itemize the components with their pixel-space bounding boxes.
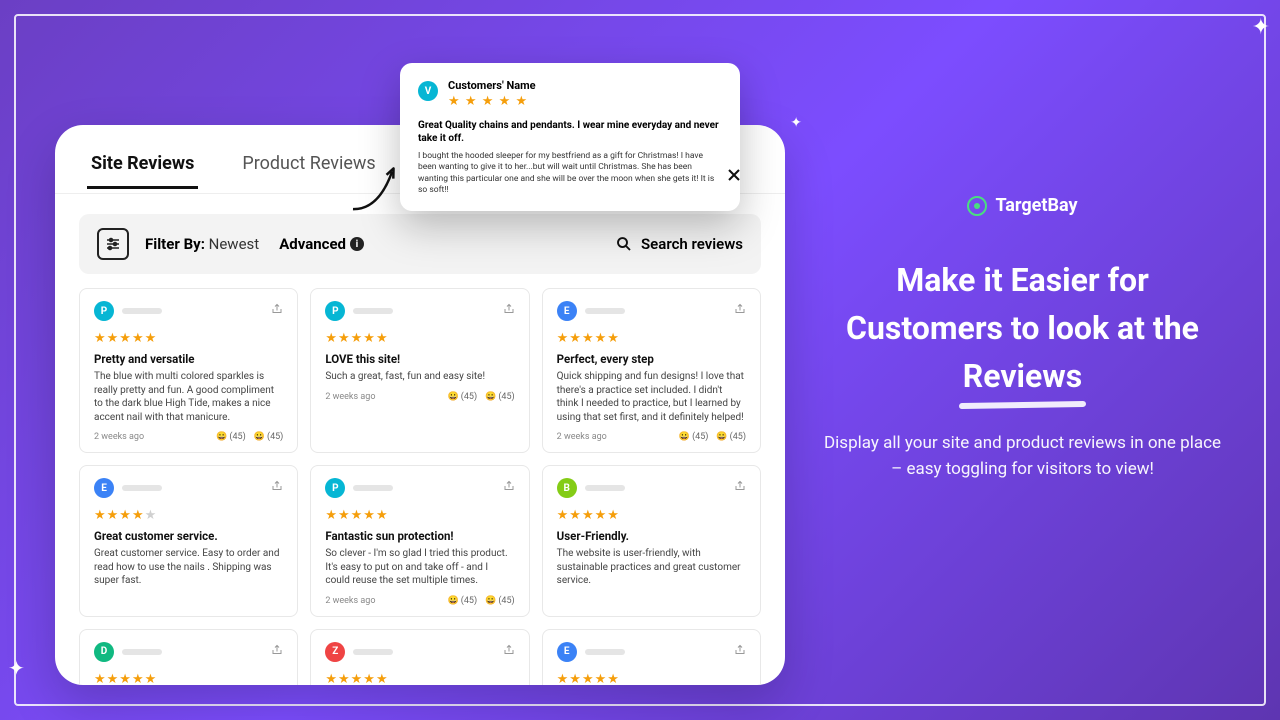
review-card[interactable]: P ★★★★★ Fantastic sun protection! So cle…	[310, 465, 529, 617]
review-body: Quick shipping and fun designs! I love t…	[557, 370, 746, 424]
review-popover: V Customers' Name ★ ★ ★ ★ ★ Great Qualit…	[400, 63, 740, 211]
avatar: E	[557, 301, 577, 321]
review-card[interactable]: Z ★★★★★ Customer service makes it worth …	[310, 629, 529, 686]
avatar: E	[557, 642, 577, 662]
review-title: User-Friendly.	[557, 529, 746, 543]
customer-name: Customers' Name	[448, 79, 536, 92]
tab-site-reviews[interactable]: Site Reviews	[87, 145, 198, 189]
name-placeholder	[122, 485, 162, 491]
marketing-panel: TargetBay Make it Easier for Customers t…	[820, 195, 1225, 483]
search-reviews[interactable]: Search reviews	[615, 235, 743, 253]
avatar: E	[94, 478, 114, 498]
review-body: Great customer service. Easy to order an…	[94, 547, 283, 588]
star-rating: ★★★★★	[94, 672, 283, 686]
avatar: P	[325, 301, 345, 321]
avatar: P	[94, 301, 114, 321]
reaction-chip[interactable]: 😀 (45)	[448, 392, 478, 402]
advanced-filter[interactable]: Advanced i	[279, 235, 364, 253]
close-icon	[726, 167, 742, 183]
review-title: Perfect, every step	[557, 352, 746, 366]
info-icon: i	[350, 237, 364, 251]
review-body: The blue with multi colored sparkles is …	[94, 370, 283, 424]
name-placeholder	[122, 308, 162, 314]
name-placeholder	[353, 485, 393, 491]
review-footer: 2 weeks ago 😀 (45) 😀 (45)	[94, 432, 283, 442]
search-icon	[615, 235, 633, 253]
review-card[interactable]: E ★★★★★ Great customer service. Great cu…	[79, 465, 298, 617]
filter-bar: Filter By: Newest Advanced i Search revi…	[79, 214, 761, 274]
star-rating: ★★★★★	[557, 331, 746, 346]
review-time: 2 weeks ago	[557, 432, 607, 442]
sparkle-icon: ✦	[1252, 15, 1270, 40]
review-card[interactable]: P ★★★★★ Pretty and versatile The blue wi…	[79, 288, 298, 453]
review-card[interactable]: B ★★★★★ User-Friendly. The website is us…	[542, 465, 761, 617]
avatar: P	[325, 478, 345, 498]
close-button[interactable]	[720, 161, 748, 189]
sparkle-icon: ✦	[8, 656, 25, 680]
name-placeholder	[353, 308, 393, 314]
review-title: Great Quality chains and pendants. I wea…	[418, 119, 722, 145]
review-body: Such a great, fast, fun and easy site!	[325, 370, 514, 384]
filter-icon[interactable]	[97, 228, 129, 260]
review-title: Pretty and versatile	[94, 352, 283, 366]
share-icon[interactable]	[503, 480, 515, 495]
reaction-chip[interactable]: 😀 (45)	[679, 432, 709, 442]
review-title: Great customer service.	[94, 529, 283, 543]
name-placeholder	[585, 485, 625, 491]
share-icon[interactable]	[503, 644, 515, 659]
reviews-grid: P ★★★★★ Pretty and versatile The blue wi…	[55, 288, 785, 685]
sparkle-icon: ✦	[790, 115, 802, 131]
star-rating: ★★★★★	[94, 508, 283, 523]
review-body: So clever - I'm so glad I tried this pro…	[325, 547, 514, 588]
name-placeholder	[353, 649, 393, 655]
review-card[interactable]: E ★★★★★ Great customer service. Great cu…	[542, 629, 761, 686]
callout-arrow-icon	[341, 160, 409, 220]
share-icon[interactable]	[734, 644, 746, 659]
avatar: D	[94, 642, 114, 662]
review-footer: 2 weeks ago 😀 (45) 😀 (45)	[557, 432, 746, 442]
filter-by[interactable]: Filter By: Newest	[145, 235, 259, 253]
name-placeholder	[122, 649, 162, 655]
review-time: 2 weeks ago	[325, 392, 375, 402]
review-footer: 2 weeks ago 😀 (45) 😀 (45)	[325, 392, 514, 402]
review-title: LOVE this site!	[325, 352, 514, 366]
targetbay-logo-icon	[967, 196, 987, 216]
star-rating: ★★★★★	[325, 672, 514, 686]
subheadline: Display all your site and product review…	[820, 430, 1225, 483]
review-card[interactable]: P ★★★★★ LOVE this site! Such a great, fa…	[310, 288, 529, 453]
headline: Make it Easier for Customers to look at …	[820, 256, 1225, 400]
review-body: The website is user-friendly, with susta…	[557, 547, 746, 588]
share-icon[interactable]	[271, 303, 283, 318]
review-body: I bought the hooded sleeper for my bestf…	[418, 151, 722, 197]
review-card[interactable]: D ★★★★★ Great customer service.	[79, 629, 298, 686]
share-icon[interactable]	[503, 303, 515, 318]
review-card[interactable]: E ★★★★★ Perfect, every step Quick shippi…	[542, 288, 761, 453]
name-placeholder	[585, 649, 625, 655]
share-icon[interactable]	[734, 480, 746, 495]
reaction-chip[interactable]: 😀 (45)	[216, 432, 246, 442]
star-rating: ★ ★ ★ ★ ★	[448, 94, 536, 109]
reaction-chip[interactable]: 😀 (45)	[485, 596, 515, 606]
avatar: V	[418, 81, 438, 101]
avatar: Z	[325, 642, 345, 662]
review-title: Fantastic sun protection!	[325, 529, 514, 543]
star-rating: ★★★★★	[557, 508, 746, 523]
review-footer: 2 weeks ago 😀 (45) 😀 (45)	[325, 596, 514, 606]
name-placeholder	[585, 308, 625, 314]
star-rating: ★★★★★	[325, 331, 514, 346]
review-time: 2 weeks ago	[94, 432, 144, 442]
reaction-chip[interactable]: 😀 (45)	[254, 432, 284, 442]
share-icon[interactable]	[271, 644, 283, 659]
share-icon[interactable]	[271, 480, 283, 495]
brand-name: TargetBay	[995, 195, 1077, 216]
avatar: B	[557, 478, 577, 498]
share-icon[interactable]	[734, 303, 746, 318]
star-rating: ★★★★★	[325, 508, 514, 523]
star-rating: ★★★★★	[94, 331, 283, 346]
star-rating: ★★★★★	[557, 672, 746, 686]
reaction-chip[interactable]: 😀 (45)	[485, 392, 515, 402]
reaction-chip[interactable]: 😀 (45)	[716, 432, 746, 442]
reaction-chip[interactable]: 😀 (45)	[448, 596, 478, 606]
review-time: 2 weeks ago	[325, 596, 375, 606]
